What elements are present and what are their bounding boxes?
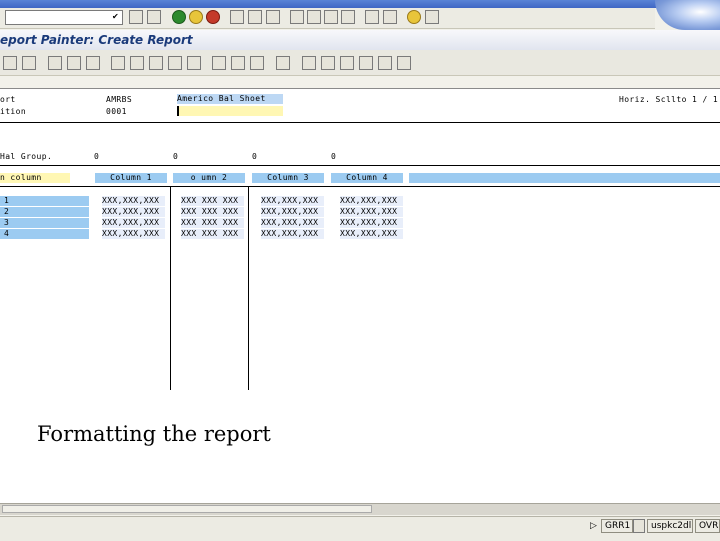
- column-separator-1: [170, 186, 171, 390]
- print-preview-icon[interactable]: [48, 56, 62, 70]
- column-header-filler: [409, 173, 720, 183]
- enter-icon[interactable]: [129, 10, 143, 24]
- column-separator-2: [248, 186, 249, 390]
- row-label[interactable]: 4: [0, 229, 89, 239]
- caption-area: [0, 393, 720, 506]
- report-work-area: [0, 88, 720, 394]
- table-cell[interactable]: XXX,XXX,XXX: [340, 196, 403, 206]
- menu-bar[interactable]: [0, 0, 720, 8]
- table-cell[interactable]: XXX,XXX,XXX: [340, 207, 403, 217]
- print-icon[interactable]: [230, 10, 244, 24]
- edition-label: ition: [0, 107, 27, 116]
- slide-caption: Formatting the report: [37, 422, 271, 446]
- table-top-divider: [0, 165, 720, 166]
- row-label[interactable]: 3: [0, 218, 89, 228]
- last-page-icon[interactable]: [341, 10, 355, 24]
- row-label[interactable]: 1: [0, 196, 89, 206]
- save-icon[interactable]: [147, 10, 161, 24]
- link-icon[interactable]: [276, 56, 290, 70]
- shortcut-icon[interactable]: [383, 10, 397, 24]
- edition-code: 0001: [106, 107, 127, 116]
- column-header-1[interactable]: Column 1: [95, 173, 167, 183]
- column-icon[interactable]: [130, 56, 144, 70]
- table-cell[interactable]: XXX XXX XXX: [181, 229, 244, 239]
- last-icon[interactable]: [397, 56, 411, 70]
- session-info-icon[interactable]: [633, 519, 645, 533]
- column-header-3[interactable]: Column 3: [252, 173, 324, 183]
- horizontal-scroll-info: Horiz. Scllto 1 / 1: [619, 95, 719, 104]
- group-value-1: 0: [94, 152, 100, 161]
- table-cell[interactable]: XXX,XXX,XXX: [261, 218, 324, 228]
- page-two-icon[interactable]: [321, 56, 335, 70]
- find-next-icon[interactable]: [266, 10, 280, 24]
- back-icon[interactable]: [172, 10, 186, 24]
- server-name: uspkc2dl: [647, 519, 693, 533]
- format-icon[interactable]: [212, 56, 226, 70]
- output-icon[interactable]: [250, 56, 264, 70]
- layout-menu-icon[interactable]: [425, 10, 439, 24]
- group-value-4: 0: [331, 152, 337, 161]
- prev-icon[interactable]: [359, 56, 373, 70]
- table-cell[interactable]: XXX,XXX,XXX: [340, 218, 403, 228]
- command-field[interactable]: [5, 10, 123, 25]
- delete-icon[interactable]: [187, 56, 201, 70]
- header-divider: [0, 122, 720, 123]
- group-value-3: 0: [252, 152, 258, 161]
- enter-check-icon[interactable]: ✔: [112, 12, 121, 21]
- page-icon[interactable]: [302, 56, 316, 70]
- cancel-icon[interactable]: [206, 10, 220, 24]
- row-icon[interactable]: [111, 56, 125, 70]
- column-header-4[interactable]: Column 4: [331, 173, 403, 183]
- first-page-icon[interactable]: [290, 10, 304, 24]
- previous-page-icon[interactable]: [307, 10, 321, 24]
- info-icon[interactable]: [22, 56, 36, 70]
- group-label: Hal Group.: [0, 152, 53, 161]
- display-change-icon[interactable]: [3, 56, 17, 70]
- scrollbar-thumb[interactable]: [2, 505, 372, 513]
- page-title: eport Painter: Create Report: [0, 33, 193, 47]
- help-icon[interactable]: [407, 10, 421, 24]
- row-label[interactable]: 2: [0, 207, 89, 217]
- table-cell[interactable]: XXX,XXX,XXX: [102, 218, 165, 228]
- next-page-icon[interactable]: [324, 10, 338, 24]
- exit-icon[interactable]: [189, 10, 203, 24]
- select-icon[interactable]: [168, 56, 182, 70]
- new-session-icon[interactable]: [365, 10, 379, 24]
- report-label: ort: [0, 95, 16, 104]
- report-description-field[interactable]: Americo Bal Shoet: [177, 94, 283, 104]
- table-cell[interactable]: XXX,XXX,XXX: [102, 196, 165, 206]
- table-cell[interactable]: XXX,XXX,XXX: [261, 196, 324, 206]
- table-cell[interactable]: XXX,XXX,XXX: [261, 229, 324, 239]
- hierarchy-icon[interactable]: [86, 56, 100, 70]
- find-icon[interactable]: [248, 10, 262, 24]
- system-id: GRR1: [601, 519, 633, 533]
- report-code: AMRBS: [106, 95, 133, 104]
- next-icon[interactable]: [378, 56, 392, 70]
- glasses-icon[interactable]: [67, 56, 81, 70]
- table-cell[interactable]: XXX,XXX,XXX: [102, 207, 165, 217]
- table-cell[interactable]: XXX,XXX,XXX: [340, 229, 403, 239]
- table-cell[interactable]: XXX XXX XXX: [181, 207, 244, 217]
- group-value-2: 0: [173, 152, 179, 161]
- table-header-divider: [0, 186, 720, 187]
- first-icon[interactable]: [340, 56, 354, 70]
- table-cell[interactable]: XXX XXX XXX: [181, 196, 244, 206]
- layout-icon[interactable]: [231, 56, 245, 70]
- sap-logo-icon: [655, 0, 720, 30]
- lead-column-header[interactable]: n column: [0, 173, 70, 183]
- table-cell[interactable]: XXX,XXX,XXX: [102, 229, 165, 239]
- table-cell[interactable]: XXX,XXX,XXX: [261, 207, 324, 217]
- table-cell[interactable]: XXX XXX XXX: [181, 218, 244, 228]
- general-data-icon[interactable]: [149, 56, 163, 70]
- edition-input-field[interactable]: [177, 106, 283, 116]
- column-header-2[interactable]: o umn 2: [173, 173, 245, 183]
- status-expand-icon[interactable]: ▷: [590, 521, 597, 531]
- insert-mode: OVR: [695, 519, 720, 533]
